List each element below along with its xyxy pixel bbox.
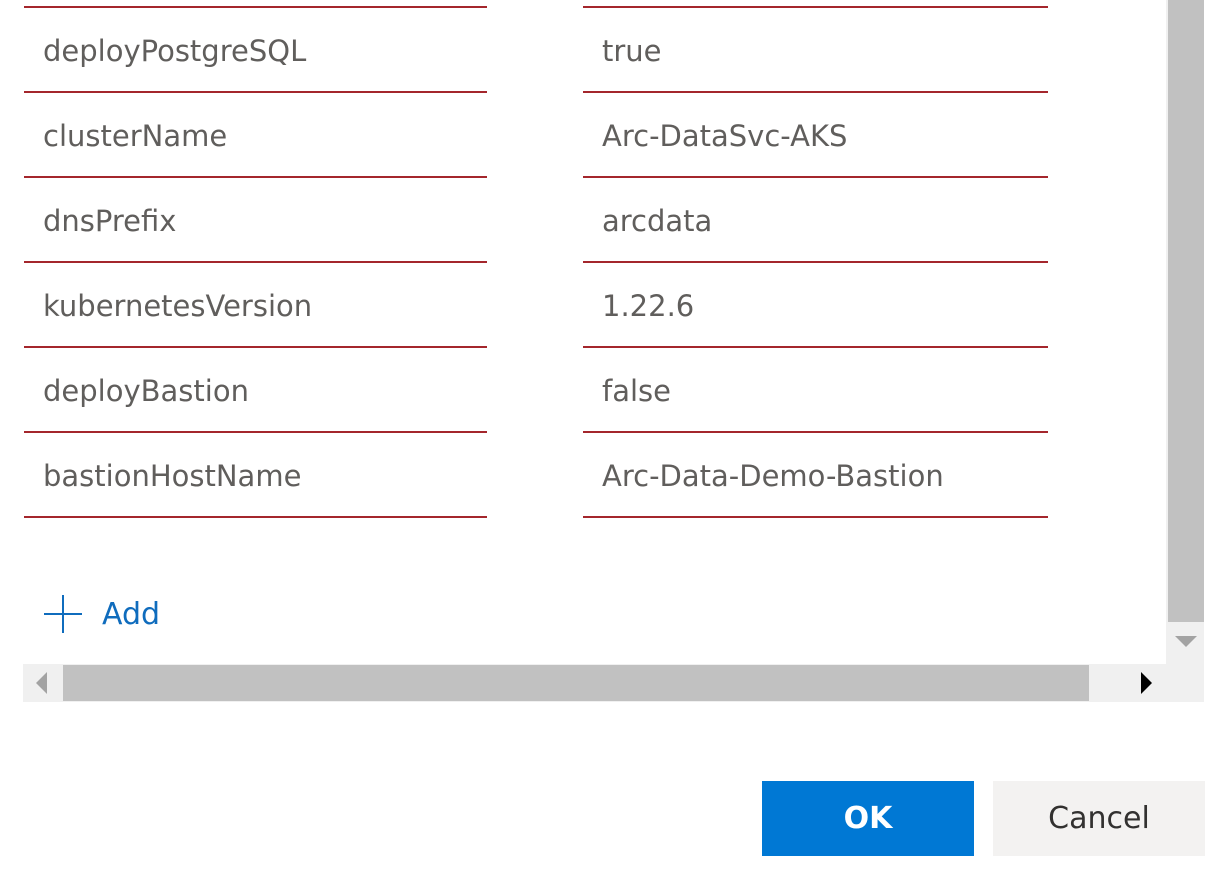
parameter-value-field[interactable]: true (583, 10, 1048, 93)
add-label: Add (102, 596, 161, 632)
add-parameter-button[interactable]: Add (44, 592, 160, 636)
parameter-row: dnsPrefix arcdata (24, 180, 1048, 264)
ok-button[interactable]: OK (762, 781, 974, 856)
parameter-name-field[interactable]: clusterName (24, 95, 487, 178)
parameter-name-field[interactable]: deployBastion (24, 350, 487, 433)
scroll-left-arrow-icon[interactable] (36, 672, 47, 694)
parameter-row: kubernetesVersion 1.22.6 (24, 265, 1048, 349)
parameter-value-field[interactable]: 1.22.6 (583, 265, 1048, 348)
parameters-dialog: deployPostgreSQL true clusterName Arc-Da… (0, 0, 1224, 882)
parameter-row: deployPostgreSQL true (24, 10, 1048, 94)
scroll-down-arrow-icon[interactable] (1175, 636, 1197, 647)
plus-icon (44, 595, 82, 633)
cancel-button[interactable]: Cancel (993, 781, 1205, 856)
horizontal-scrollbar-thumb[interactable] (63, 665, 1089, 701)
row-divider (583, 6, 1048, 8)
vertical-scrollbar-thumb[interactable] (1168, 0, 1204, 622)
parameter-name-field[interactable]: bastionHostName (24, 435, 487, 518)
row-divider (24, 6, 487, 8)
parameter-name-field[interactable]: dnsPrefix (24, 180, 487, 263)
parameter-row: deployBastion false (24, 350, 1048, 434)
parameter-name-field[interactable]: deployPostgreSQL (24, 10, 487, 93)
scrollbar-corner (1166, 662, 1204, 702)
parameter-value-field[interactable]: Arc-DataSvc-AKS (583, 95, 1048, 178)
scroll-right-arrow-icon[interactable] (1141, 672, 1152, 694)
parameter-value-field[interactable]: Arc-Data-Demo-Bastion (583, 435, 1048, 518)
parameter-row: bastionHostName Arc-Data-Demo-Bastion (24, 435, 1048, 519)
parameter-value-field[interactable]: false (583, 350, 1048, 433)
parameter-value-field[interactable]: arcdata (583, 180, 1048, 263)
parameter-name-field[interactable]: kubernetesVersion (24, 265, 487, 348)
parameter-row: clusterName Arc-DataSvc-AKS (24, 95, 1048, 179)
